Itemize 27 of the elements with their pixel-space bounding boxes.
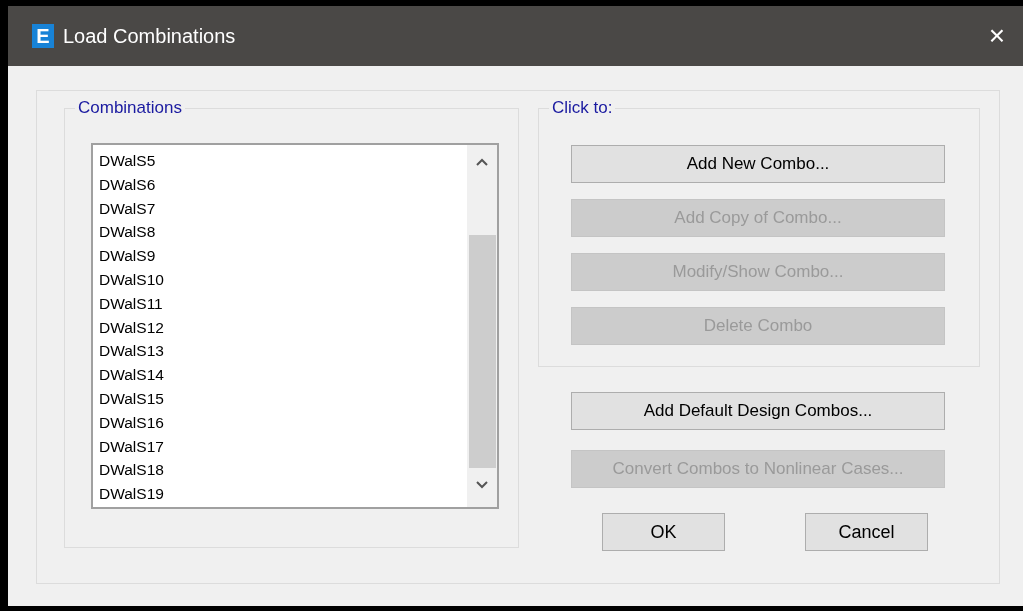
list-item[interactable]: DWalS9: [99, 244, 467, 268]
list-item[interactable]: DWalS11: [99, 291, 467, 316]
list-item[interactable]: DWalS14: [99, 363, 467, 387]
list-item[interactable]: DWalS12: [99, 315, 467, 340]
list-item[interactable]: DWalS10: [99, 268, 467, 292]
scroll-up-icon[interactable]: [475, 157, 489, 167]
close-button[interactable]: ×: [982, 22, 1011, 50]
action-button[interactable]: Add New Combo...: [571, 145, 945, 183]
window-title: Load Combinations: [63, 24, 236, 49]
combinations-list[interactable]: DWalS5 DWalS6 DWalS7 DWalS8 DWalS9 DWalS10 DWalS11 DWalS12 DWalS13 DWalS14 DWalS15 DWalS16 DWalS17 DWalS18 DWalS19: [91, 143, 499, 509]
scroll-thumb[interactable]: [468, 235, 496, 468]
list-item[interactable]: DWalS5: [99, 149, 467, 173]
list-item[interactable]: DWalS19: [99, 482, 467, 506]
scrollbar[interactable]: [467, 145, 497, 507]
list-item[interactable]: DWalS15: [99, 386, 467, 411]
list-item[interactable]: DWalS13: [99, 339, 467, 364]
list-item[interactable]: DWalS6: [99, 172, 467, 197]
dialog-button[interactable]: Cancel: [805, 513, 928, 551]
action-button[interactable]: Add Default Design Combos...: [571, 392, 945, 430]
app-logo-icon: E: [32, 24, 54, 48]
list-item[interactable]: DWalS8: [99, 220, 467, 245]
list-item[interactable]: DWalS17: [99, 434, 467, 459]
list-item[interactable]: DWalS7: [99, 196, 467, 221]
list-item[interactable]: DWalS16: [99, 410, 467, 435]
scroll-down-icon[interactable]: [475, 480, 489, 490]
list-item[interactable]: DWalS18: [99, 458, 467, 483]
dialog-button[interactable]: OK: [602, 513, 725, 551]
